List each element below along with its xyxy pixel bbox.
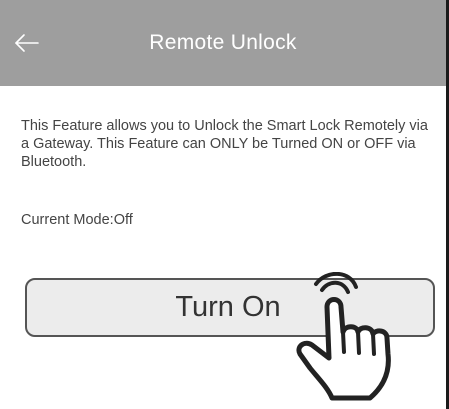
current-mode-value: Off	[113, 212, 133, 228]
turn-on-label: Turn On	[175, 291, 281, 323]
current-mode: Current Mode:Off	[21, 211, 133, 229]
app-header: Remote Unlock	[0, 0, 446, 86]
turn-on-button[interactable]: Turn On	[25, 278, 435, 337]
remote-unlock-screen: Remote Unlock This Feature allows you to…	[0, 0, 449, 409]
feature-description: This Feature allows you to Unlock the Sm…	[21, 118, 428, 170]
current-mode-label: Current Mode:	[21, 212, 114, 228]
page-title: Remote Unlock	[149, 31, 297, 54]
